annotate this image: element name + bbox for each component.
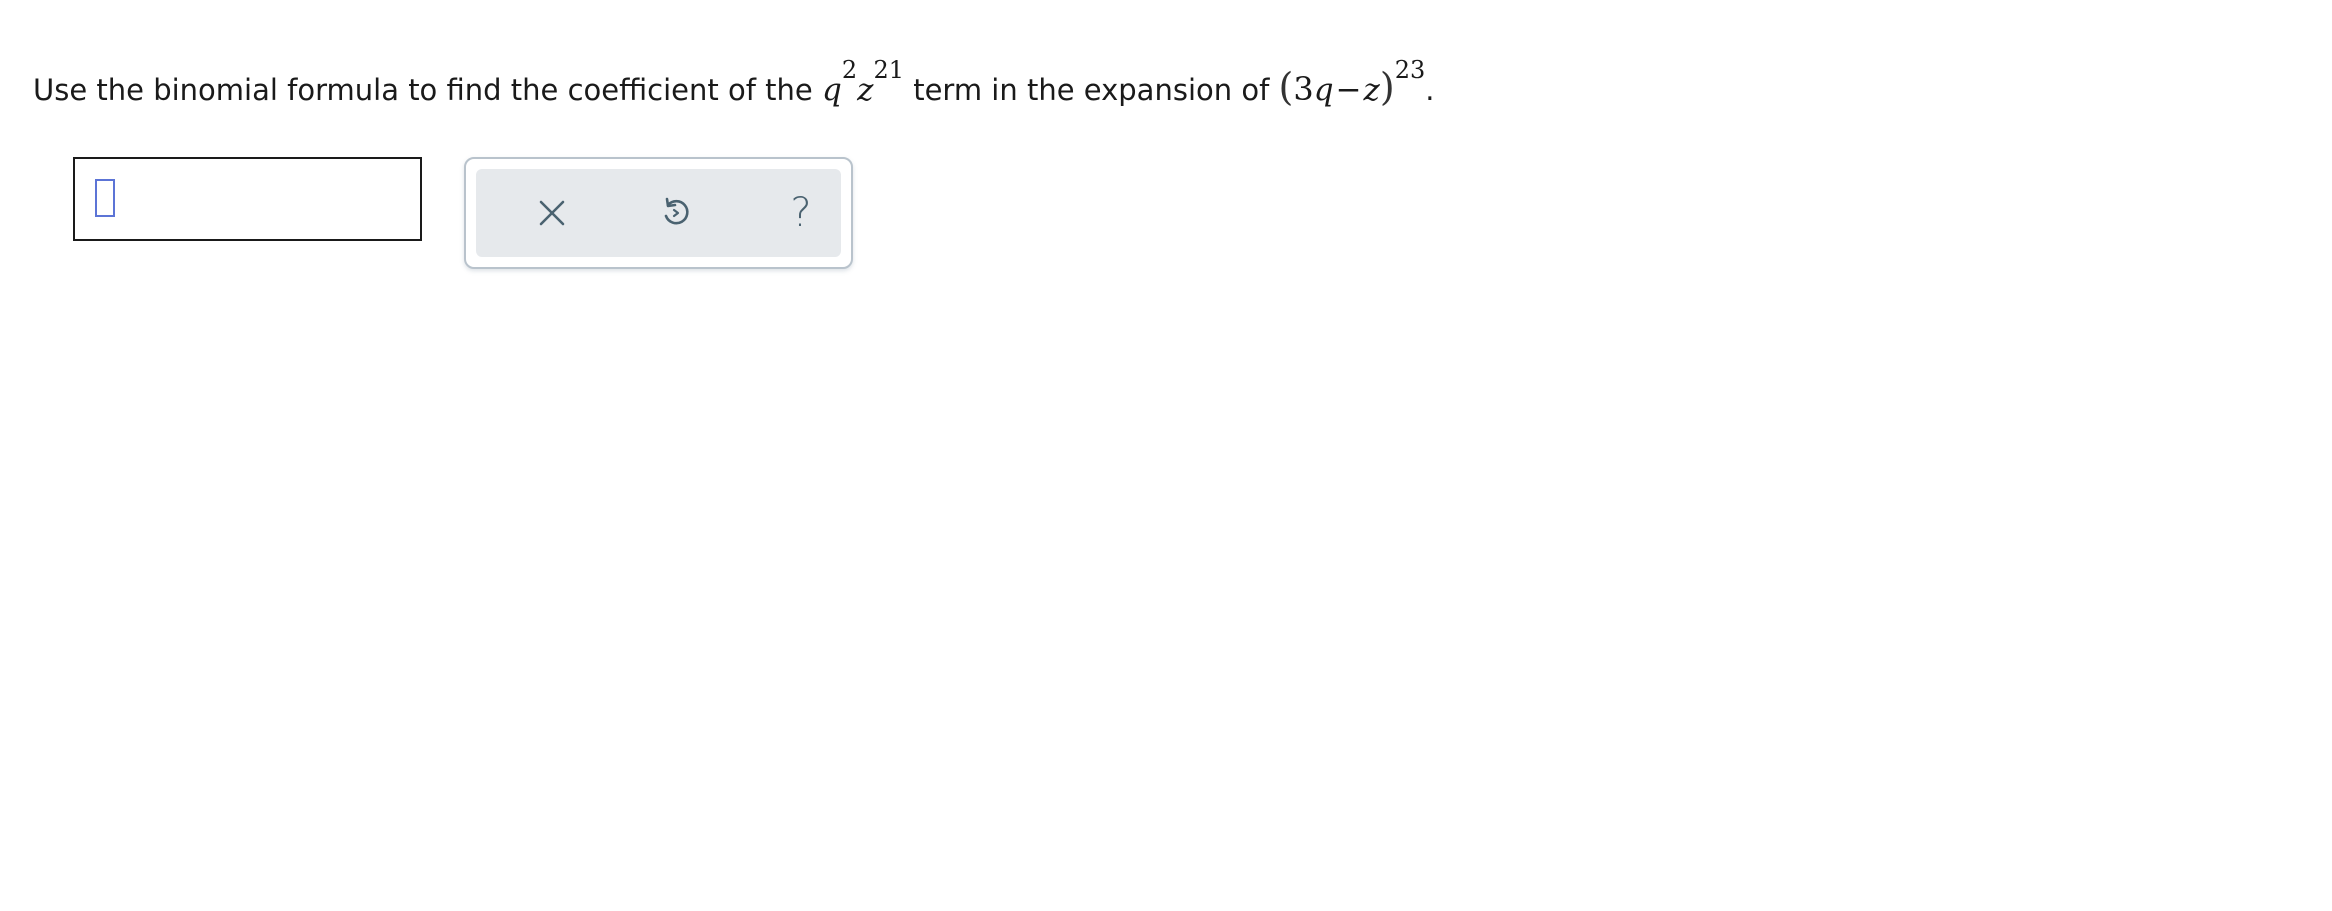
help-icon: ? (790, 190, 812, 236)
expr-var-z: z (1363, 72, 1380, 108)
coefficient: 3 (1293, 70, 1314, 108)
close-paren: ) (1379, 65, 1395, 109)
undo-button[interactable] (636, 169, 716, 257)
binomial-expression: (3q−z)23 (1279, 56, 1426, 109)
term-exp-z: 21 (873, 56, 904, 84)
undo-icon (659, 196, 693, 230)
expr-exponent: 23 (1394, 56, 1426, 84)
help-button[interactable]: ? (761, 169, 841, 257)
minus-sign: − (1335, 72, 1362, 108)
clear-button[interactable] (512, 169, 592, 257)
toolbar-inner: ? (476, 169, 841, 257)
term-var-z: z (857, 72, 874, 108)
question-suffix: . (1425, 73, 1435, 107)
answer-toolbar: ? (464, 157, 853, 269)
answer-input[interactable] (73, 157, 422, 241)
open-paren: ( (1278, 65, 1294, 109)
close-icon (538, 199, 566, 227)
term-exp-q: 2 (841, 56, 858, 84)
term-var-q: q (821, 72, 842, 108)
question-prefix: Use the binomial formula to find the coe… (33, 73, 813, 107)
expr-var-q: q (1313, 72, 1334, 108)
question-text: Use the binomial formula to find the coe… (33, 52, 1434, 127)
input-cursor-placeholder (95, 179, 115, 217)
term-expression: q2z21 (821, 56, 904, 108)
question-middle: term in the expansion of (913, 73, 1270, 107)
